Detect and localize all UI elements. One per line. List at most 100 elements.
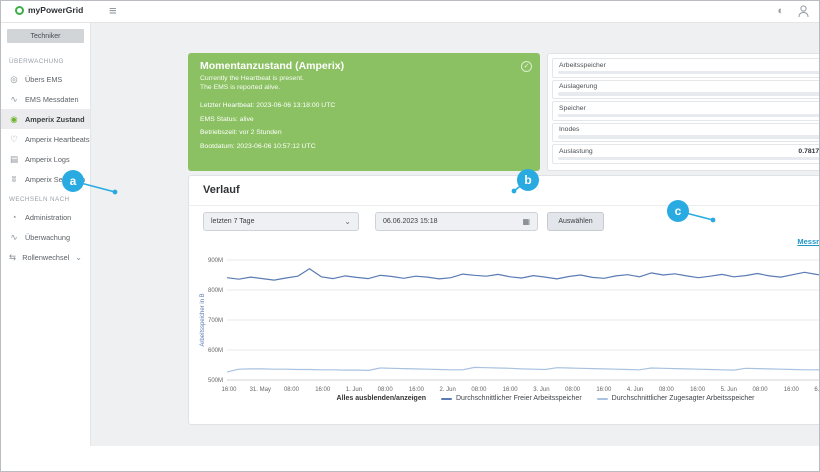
x-axis-tick-label: 16:00 xyxy=(409,387,425,393)
sidebar-item-amperix-zustand[interactable]: ◉ Amperix Zustand xyxy=(1,109,90,129)
sensors-icon: ʬ xyxy=(9,174,19,184)
sidebar-item-label: Amperix Heartbeats xyxy=(25,135,89,144)
check-circle-icon: ✓ xyxy=(521,61,532,72)
status-detail-line: Bootdatum: 2023-06-06 10:57:12 UTC xyxy=(200,143,528,150)
metric-row-auslastung: Auslastung 0.78173828125 / 4 LpM (20%) xyxy=(552,144,820,164)
brand-logo[interactable]: myPowerGrid xyxy=(15,5,83,15)
x-axis-tick-label: 16:00 xyxy=(315,387,331,393)
date-value: 06.06.2023 15:18 xyxy=(383,218,438,225)
sidebar-section-title: WECHSELN NACH xyxy=(1,189,90,207)
status-detail-line: Letzter Heartbeat: 2023-06-06 13:18:00 U… xyxy=(200,102,528,109)
metric-row-inodes: Inodes410 / 98304 (0%) xyxy=(552,123,820,143)
heart-icon: ♡ xyxy=(9,134,19,145)
time-range-select[interactable]: letzten 7 Tage ⌄ xyxy=(203,212,359,231)
metric-label: Inodes xyxy=(559,126,579,133)
x-axis-tick-label: 1. Jun xyxy=(346,387,362,393)
series-select: Messreihenauswahl ∨ 2 xyxy=(797,237,820,246)
sidebar-item-label: Amperix Sensoren xyxy=(25,175,85,184)
logs-icon: ▤ xyxy=(9,154,19,165)
metric-label: Auslagerung xyxy=(559,83,597,90)
progress-bar-track xyxy=(558,135,820,139)
status-card-title: Momentanzustand (Amperix) xyxy=(200,60,528,72)
role-switch-icon: ⇆ xyxy=(9,252,16,263)
sidebar-item-amperix-logs[interactable]: ▤ Amperix Logs xyxy=(1,149,90,169)
date-input[interactable]: 06.06.2023 15:18 ▦ xyxy=(375,212,538,231)
legend-marker xyxy=(597,398,608,400)
series-line-durchschnittlicher-zugesagter-arbeitsspeicher xyxy=(227,361,820,372)
x-axis-tick-label: 2. Jun xyxy=(439,387,455,393)
x-axis-tick-label: 6. Jun xyxy=(814,387,820,393)
y-axis-tick-label: 600M xyxy=(208,348,223,354)
legend-item[interactable]: Durchschnittlicher Freier Arbeitsspeiche… xyxy=(441,395,582,402)
legend-label: Durchschnittlicher Zugesagter Arbeitsspe… xyxy=(612,395,755,402)
x-axis-tick-label: 08:00 xyxy=(753,387,769,393)
admin-icon: ◔ xyxy=(9,212,19,222)
hamburger-icon[interactable]: ≡ xyxy=(109,3,117,18)
legend-toggle-all[interactable]: Alles ausblenden/anzeigen xyxy=(337,395,426,402)
metric-label: Arbeitsspeicher xyxy=(559,62,606,69)
sidebar-item-amperix-sensoren[interactable]: ʬ Amperix Sensoren xyxy=(1,169,90,189)
topbar-actions: ◐ xyxy=(777,4,809,18)
sidebar-item-label: Amperix Zustand xyxy=(25,115,85,124)
sidebar-section-title: ÜBERWACHUNG xyxy=(1,51,90,69)
sidebar-item-rollenwechsel[interactable]: ⇆ Rollenwechsel ⌄ xyxy=(1,247,90,267)
metrics-card: Arbeitsspeicher396.8 / 979.1 MB (41%)Aus… xyxy=(547,53,820,171)
chart-legend: Alles ausblenden/anzeigen Durchschnittlic… xyxy=(189,395,820,402)
contrast-icon[interactable]: ◐ xyxy=(777,4,784,18)
sidebar-item-amperix-heartbeats[interactable]: ♡ Amperix Heartbeats xyxy=(1,129,90,149)
y-axis-tick-label: 700M xyxy=(208,318,223,324)
sidebar-item-label: Amperix Logs xyxy=(25,155,70,164)
y-axis-tick-label: 900M xyxy=(208,258,223,264)
x-axis-tick-label: 08:00 xyxy=(284,387,300,393)
metric-row-arbeitsspeicher: Arbeitsspeicher396.8 / 979.1 MB (41%) xyxy=(552,58,820,78)
sidebar-item-administration[interactable]: ◔ Administration xyxy=(1,207,90,227)
sidebar-item-label: Rollenwechsel xyxy=(22,253,69,262)
line-chart: 900M800M700M600M500MArbeitsspeicher in B… xyxy=(197,252,820,396)
user-icon[interactable] xyxy=(798,5,809,18)
x-axis-tick-label: 16:00 xyxy=(221,387,237,393)
sidebar-item--berwachung[interactable]: ∿Überwachung xyxy=(1,227,90,247)
legend-marker xyxy=(441,398,452,400)
x-axis-tick-label: 08:00 xyxy=(378,387,394,393)
metric-row-auslagerung: Auslagerung0 / 0 (0%) xyxy=(552,80,820,100)
time-range-value: letzten 7 Tage xyxy=(211,218,254,225)
apply-button[interactable]: Auswählen xyxy=(547,212,604,231)
x-axis-tick-label: 08:00 xyxy=(565,387,581,393)
sidebar-item-label: EMS Messdaten xyxy=(25,95,79,104)
progress-bar-track xyxy=(558,92,820,96)
status-detail-line: EMS Status: alive xyxy=(200,116,528,123)
sidebar-item-label: Übers EMS xyxy=(25,75,62,84)
y-axis-tick-label: 500M xyxy=(208,378,223,384)
status-detail-line: Betriebszeit: vor 2 Stunden xyxy=(200,129,528,136)
metric-value: 0.78173828125 / 4 LpM (20%) xyxy=(798,148,820,155)
sidebar-item--bers-ems[interactable]: ◎ Übers EMS xyxy=(1,69,90,89)
chart-line-icon: ∿ xyxy=(9,94,19,105)
series-select-link[interactable]: Messreihenauswahl xyxy=(797,237,820,246)
progress-bar-track xyxy=(558,71,820,75)
x-axis-tick-label: 16:00 xyxy=(503,387,519,393)
status-circle-icon: ◉ xyxy=(9,114,19,125)
calendar-icon: ▦ xyxy=(522,217,530,226)
info-circle-icon: ◎ xyxy=(9,74,19,85)
status-intro-line: Currently the Heartbeat is present. xyxy=(200,75,528,82)
status-card: Momentanzustand (Amperix) Currently the … xyxy=(188,53,540,171)
topbar: myPowerGrid ≡ ◐ xyxy=(1,1,820,23)
sidebar-item-ems-messdaten[interactable]: ∿ EMS Messdaten xyxy=(1,89,90,109)
legend-item[interactable]: Durchschnittlicher Zugesagter Arbeitsspe… xyxy=(597,395,755,402)
chevron-down-icon: ⌄ xyxy=(344,217,351,226)
y-axis-title: Arbeitsspeicher in B xyxy=(200,293,206,346)
progress-bar-track xyxy=(558,157,820,161)
x-axis-tick-label: 08:00 xyxy=(659,387,675,393)
history-panel: Verlauf Anlagenname letzten 7 Tage ⌄ 06.… xyxy=(188,175,820,425)
x-axis-tick-label: 4. Jun xyxy=(627,387,643,393)
x-axis-tick-label: 5. Jun xyxy=(721,387,737,393)
legend-label: Durchschnittlicher Freier Arbeitsspeiche… xyxy=(456,395,582,402)
metric-row-speicher: Speicher122.6 / 360.7 MB (34%) xyxy=(552,101,820,121)
metric-label: Auslastung xyxy=(559,148,593,155)
role-badge: Techniker xyxy=(7,29,84,43)
app-window: myPowerGrid ≡ ◐ Techniker ÜBERWACHUNG ◎ Üb… xyxy=(0,0,820,472)
chevron-down-icon: ⌄ xyxy=(75,253,82,262)
metric-label: Speicher xyxy=(559,105,586,112)
sidebar: Techniker ÜBERWACHUNG ◎ Übers EMS ∿ EMS Mess… xyxy=(1,23,91,446)
sidebar-item-label: Administration xyxy=(25,213,71,222)
